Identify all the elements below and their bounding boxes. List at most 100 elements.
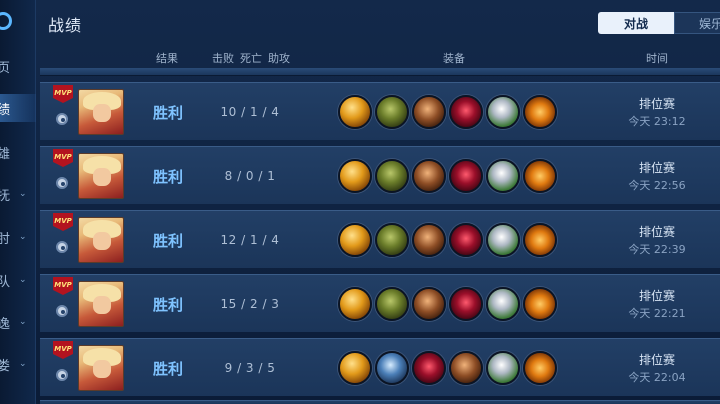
- sidebar-item-label: 娄: [0, 358, 11, 374]
- red-crystal-icon: [412, 351, 446, 385]
- sidebar-item-label: 抚: [0, 188, 11, 204]
- hero-avatar: [78, 345, 124, 391]
- kda-stats: 9 / 3 / 5: [224, 361, 276, 375]
- golden-wing-icon: [523, 159, 557, 193]
- match-row[interactable]: MVP 胜利 12 / 1 / 4 排位赛 今天 22:39: [40, 210, 720, 268]
- sidebar-item-1[interactable]: 绩: [0, 94, 36, 122]
- match-mode: 排位赛: [638, 225, 675, 239]
- sidebar-item-4[interactable]: 肘 ⌄: [0, 223, 36, 251]
- golden-wing-icon: [523, 287, 557, 321]
- brown-armor-icon: [412, 95, 446, 129]
- sidebar-item-5[interactable]: 队 ⌄: [0, 266, 36, 294]
- item-build: [338, 351, 557, 385]
- blue-boots-icon: [375, 351, 409, 385]
- sidebar-item-label: 肘: [0, 231, 11, 247]
- match-time: 今天 22:39: [628, 243, 686, 256]
- brown-armor-icon: [412, 287, 446, 321]
- sidebar-item-3[interactable]: 抚 ⌄: [0, 180, 36, 208]
- match-history-screen: 页 绩 雄 抚 ⌄ 肘 ⌄ 队 ⌄ 逸 ⌄ 娄 ⌄ 战绩 对战 娱乐 结果 击败…: [0, 0, 720, 404]
- match-time: 今天 22:21: [628, 307, 686, 320]
- sidebar-item-label: 绩: [0, 102, 11, 118]
- list-top-divider: [40, 68, 720, 76]
- sidebar-item-2[interactable]: 雄: [0, 138, 36, 166]
- match-row[interactable]: MVP 胜利 15 / 2 / 3 排位赛 今天 22:21: [40, 274, 720, 332]
- match-mode: 排位赛: [638, 97, 675, 111]
- item-build: [338, 287, 557, 321]
- team-tag-icon: [56, 241, 68, 253]
- red-crystal-icon: [449, 159, 483, 193]
- hero-avatar: [78, 217, 124, 263]
- kda-stats: 8 / 0 / 1: [224, 169, 276, 183]
- golden-wing-icon: [523, 95, 557, 129]
- logo-icon: [0, 12, 12, 30]
- boots-icon: [375, 287, 409, 321]
- column-header-deaths: 死亡: [240, 52, 262, 65]
- column-header-kills: 击败: [212, 52, 234, 65]
- mvp-badge-label: MVP: [54, 345, 72, 353]
- match-mode: 排位赛: [638, 353, 675, 367]
- gold-blade-icon: [338, 223, 372, 257]
- red-crystal-icon: [449, 95, 483, 129]
- silver-shield-icon: [486, 95, 520, 129]
- match-row[interactable]: MVP 胜利 10 / 1 / 4 排位赛 今天 23:12: [40, 82, 720, 140]
- tab-ranked-battle[interactable]: 对战: [598, 12, 674, 34]
- match-time: 今天 22:56: [628, 179, 686, 192]
- team-tag-icon: [56, 369, 68, 381]
- match-row[interactable]: MVP 胜利 9 / 3 / 5 排位赛 今天 22:04: [40, 338, 720, 396]
- golden-wing-icon: [523, 223, 557, 257]
- item-build: [338, 159, 557, 193]
- match-time: 今天 22:04: [628, 371, 686, 384]
- sidebar-item-label: 页: [0, 60, 11, 76]
- match-result: 胜利: [152, 296, 183, 314]
- tab-entertainment[interactable]: 娱乐: [674, 12, 720, 34]
- match-mode: 排位赛: [638, 161, 675, 175]
- silver-shield-icon: [486, 287, 520, 321]
- hero-avatar: [78, 281, 124, 327]
- chevron-down-icon: ⌄: [19, 275, 27, 285]
- boots-icon: [375, 159, 409, 193]
- kda-stats: 15 / 2 / 3: [220, 297, 280, 311]
- item-build: [338, 95, 557, 129]
- brown-armor-icon: [412, 159, 446, 193]
- red-crystal-icon: [449, 223, 483, 257]
- match-row[interactable]: MVP 胜利 8 / 0 / 1 排位赛 今天 22:56: [40, 146, 720, 204]
- hero-avatar: [78, 89, 124, 135]
- team-tag-icon: [56, 177, 68, 189]
- column-header-items: 装备: [443, 52, 465, 65]
- sidebar-item-label: 雄: [0, 146, 11, 162]
- match-mode: 排位赛: [638, 289, 675, 303]
- team-tag-icon: [56, 113, 68, 125]
- chevron-down-icon: ⌄: [19, 359, 27, 369]
- match-row-partial[interactable]: [40, 400, 720, 404]
- golden-wing-icon: [523, 351, 557, 385]
- red-crystal-icon: [449, 287, 483, 321]
- hero-avatar: [78, 153, 124, 199]
- team-tag-icon: [56, 305, 68, 317]
- gold-blade-icon: [338, 287, 372, 321]
- sidebar: 页 绩 雄 抚 ⌄ 肘 ⌄ 队 ⌄ 逸 ⌄ 娄 ⌄: [0, 0, 36, 404]
- silver-shield-icon: [486, 223, 520, 257]
- sidebar-item-label: 队: [0, 274, 11, 290]
- match-result: 胜利: [152, 168, 183, 186]
- kda-stats: 12 / 1 / 4: [220, 233, 280, 247]
- brown-armor-icon: [412, 223, 446, 257]
- sidebar-item-0[interactable]: 页: [0, 52, 36, 80]
- mvp-badge-label: MVP: [54, 281, 72, 289]
- sidebar-item-label: 逸: [0, 316, 11, 332]
- mvp-badge-label: MVP: [54, 89, 72, 97]
- column-header-assists: 助攻: [268, 52, 290, 65]
- silver-shield-icon: [486, 159, 520, 193]
- gold-blade-icon: [338, 159, 372, 193]
- match-result: 胜利: [152, 232, 183, 250]
- match-result: 胜利: [152, 360, 183, 378]
- boots-icon: [375, 95, 409, 129]
- boots-icon: [375, 223, 409, 257]
- sidebar-item-7[interactable]: 娄 ⌄: [0, 350, 36, 378]
- brown-armor-icon: [449, 351, 483, 385]
- mvp-badge-label: MVP: [54, 217, 72, 225]
- mvp-badge-label: MVP: [54, 153, 72, 161]
- gold-blade-icon: [338, 351, 372, 385]
- gold-blade-icon: [338, 95, 372, 129]
- chevron-down-icon: ⌄: [19, 317, 27, 327]
- sidebar-item-6[interactable]: 逸 ⌄: [0, 308, 36, 336]
